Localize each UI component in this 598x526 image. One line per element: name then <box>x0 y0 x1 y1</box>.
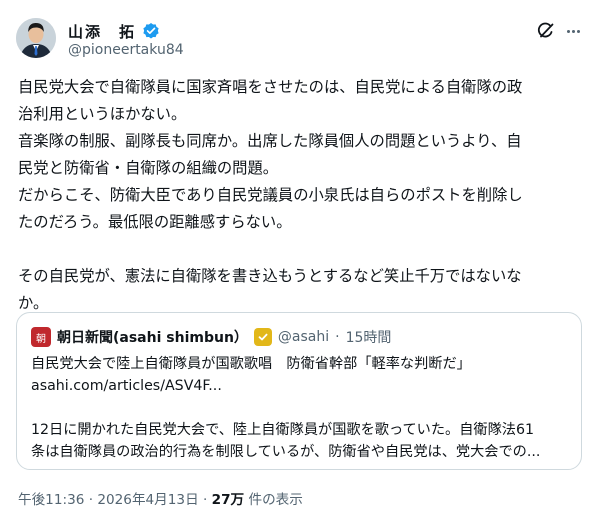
asahi-logo-icon: 朝 <box>31 327 51 347</box>
quoted-author-name[interactable]: 朝日新聞(asahi shimbun） <box>57 327 248 347</box>
tweet-card: 山添 拓 @pioneertaku84 自民党大会で自衛隊員に国家斉唱をさせたの… <box>0 0 598 526</box>
quoted-author-handle[interactable]: @asahi <box>278 329 329 345</box>
author-handle[interactable]: @pioneertaku84 <box>68 42 184 58</box>
quoted-line-blank <box>31 397 571 419</box>
tweet-line: 民党と防衛省・自衛隊の組織の問題。 <box>18 159 279 177</box>
tweet-text: 自民党大会で自衛隊員に国家斉唱をさせたのは、自民党による自衛隊の政 治利用という… <box>18 74 580 317</box>
verified-org-icon <box>253 328 272 346</box>
separator-dot: · <box>335 329 340 345</box>
author-row: 山添 拓 <box>68 21 160 41</box>
views-label: 件の表示 <box>244 492 303 508</box>
tweet-line: 自民党大会で自衛隊員に国家斉唱をさせたのは、自民党による自衛隊の政 <box>18 78 523 96</box>
verified-icon <box>142 22 160 40</box>
quoted-line: 条は自衛隊員の政治的行為を制限しているが、防衛省や自民党は、党大会での... <box>31 444 541 460</box>
quoted-line: 12日に開かれた自民党大会で、陸上自衛隊員が国歌を歌っていた。自衛隊法61 <box>31 422 535 438</box>
view-count: 27万 <box>211 492 245 508</box>
grok-icon[interactable] <box>535 20 557 42</box>
quoted-post[interactable]: 朝 朝日新聞(asahi shimbun） @asahi · 15時間 自民党大… <box>16 312 582 470</box>
quoted-post-text: 自民党大会で陸上自衛隊員が国歌歌唱 防衛省幹部「軽率な判断だ」 asahi.co… <box>31 353 571 463</box>
tweet-line-blank <box>18 236 580 263</box>
quoted-post-header: 朝 朝日新聞(asahi shimbun） @asahi · 15時間 <box>31 327 391 347</box>
tweet-line: たのだろう。最低限の距離感すらない。 <box>18 213 292 231</box>
post-time[interactable]: 午後11:36 <box>18 492 84 508</box>
post-meta: 午後11:36 · 2026年4月13日 · 27万 件の表示 <box>18 488 303 508</box>
separator-dot: · <box>84 492 98 508</box>
tweet-line: だからこそ、防衛大臣であり自民党議員の小泉氏は自らのポストを削除し <box>18 186 523 204</box>
quoted-link[interactable]: asahi.com/articles/ASV4F... <box>31 375 571 397</box>
quoted-headline: 自民党大会で陸上自衛隊員が国歌歌唱 防衛省幹部「軽率な判断だ」 <box>31 356 471 372</box>
post-date[interactable]: 2026年4月13日 <box>97 492 198 508</box>
separator-dot: · <box>198 492 212 508</box>
tweet-line: その自民党が、憲法に自衛隊を書き込もうとするなど笑止千万ではないな <box>18 267 522 285</box>
tweet-line: 治利用というほかない。 <box>18 105 187 123</box>
avatar[interactable] <box>16 18 56 58</box>
tweet-line: 音楽隊の制服、副隊長も同席か。出席した隊員個人の問題というより、自 <box>18 132 522 150</box>
more-icon[interactable] <box>562 20 584 42</box>
quoted-post-time[interactable]: 15時間 <box>346 327 392 347</box>
author-name[interactable]: 山添 拓 <box>68 21 136 42</box>
